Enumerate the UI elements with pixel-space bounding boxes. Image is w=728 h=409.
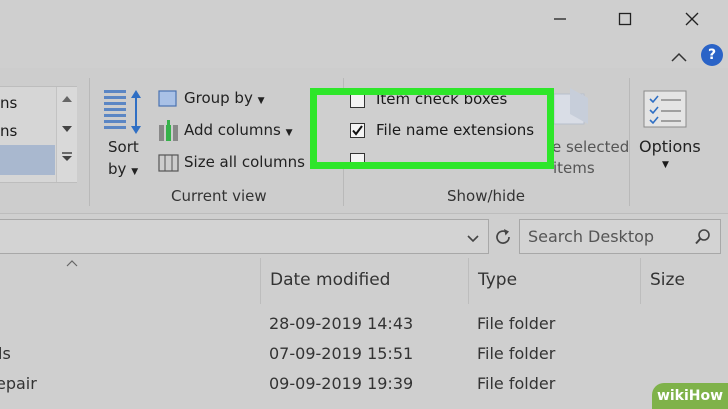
file-type: File folder <box>477 374 556 393</box>
maximize-icon <box>618 12 632 26</box>
file-name: epair <box>0 374 37 393</box>
dropdown-arrow-icon: ▼ <box>662 160 669 170</box>
dropdown-arrow-icon: ▼ <box>131 167 139 177</box>
file-list-header: Date modified Type Size <box>0 258 728 304</box>
separator <box>629 78 630 206</box>
layout-scroll[interactable] <box>56 87 77 182</box>
size-all-columns-label: Size all columns to <box>184 153 325 171</box>
file-type: File folder <box>477 314 556 333</box>
options-icon <box>643 90 687 128</box>
minimize-icon <box>554 18 566 20</box>
layout-item[interactable]: ns <box>0 89 55 117</box>
dropdown-arrow-icon: ▼ <box>257 96 265 106</box>
separator <box>89 78 90 206</box>
size-columns-icon <box>158 154 179 172</box>
close-button[interactable] <box>672 4 712 34</box>
item-check-boxes-checkbox[interactable] <box>350 95 365 108</box>
group-by-label: Group by <box>184 89 253 107</box>
address-row: Search Desktop <box>0 215 728 257</box>
file-name-extensions-checkbox[interactable] <box>350 123 365 138</box>
address-history-dropdown[interactable] <box>466 230 480 249</box>
layout-item[interactable]: ns <box>0 117 55 145</box>
sort-ascending-icon <box>66 260 78 267</box>
ribbon-bottom-border <box>0 213 728 214</box>
search-input[interactable]: Search Desktop <box>528 227 654 246</box>
options-label: Options <box>639 137 701 156</box>
sort-by-button[interactable]: Sort by ▼ <box>96 82 148 182</box>
sort-by-label: Sort <box>108 138 139 156</box>
file-name-extensions-label: File name extensions <box>376 121 535 139</box>
chevron-up-icon <box>671 52 687 62</box>
checkmark-icon <box>352 125 363 136</box>
minimize-button[interactable] <box>540 4 580 34</box>
close-icon <box>685 12 699 26</box>
search-box[interactable]: Search Desktop <box>519 219 721 254</box>
column-header-size[interactable]: Size <box>640 258 728 304</box>
refresh-button[interactable] <box>490 219 516 254</box>
add-columns-icon <box>159 120 178 141</box>
refresh-icon <box>496 228 510 244</box>
item-check-boxes-label: Item check boxes <box>376 90 508 108</box>
hidden-items-checkbox[interactable] <box>350 153 365 162</box>
file-row[interactable]: 28-09-2019 14:43 File folder <box>0 309 728 339</box>
hide-selected-icon <box>553 88 588 125</box>
scroll-down-icon <box>62 126 72 132</box>
expand-gallery-icon <box>62 152 72 161</box>
scroll-up-icon <box>62 96 72 102</box>
group-by-icon <box>158 90 177 107</box>
hide-selected-label-2: items <box>553 159 595 177</box>
file-name: ls <box>0 344 11 363</box>
file-row[interactable]: epair 09-09-2019 19:39 File folder <box>0 369 728 399</box>
column-header-date-modified[interactable]: Date modified <box>260 258 468 304</box>
file-type: File folder <box>477 344 556 363</box>
file-row[interactable]: ls 07-09-2019 15:51 File folder <box>0 339 728 369</box>
layout-item-selected[interactable] <box>0 145 55 175</box>
show-hide-highlight: Item check boxes File name extensions <box>310 88 554 169</box>
sort-by-label-2: by <box>108 160 127 178</box>
sort-icon <box>104 90 141 134</box>
file-date-modified: 09-09-2019 19:39 <box>269 374 414 393</box>
collapse-ribbon-button[interactable] <box>669 48 689 66</box>
show-hide-group-label: Show/hide <box>447 187 525 205</box>
help-button[interactable]: ? <box>701 44 723 66</box>
file-date-modified: 07-09-2019 15:51 <box>269 344 414 363</box>
options-button[interactable]: Options ▼ <box>634 86 704 186</box>
column-header-type[interactable]: Type <box>468 258 640 304</box>
add-columns-label: Add columns <box>184 121 281 139</box>
chevron-down-icon <box>467 235 479 243</box>
address-bar[interactable] <box>0 219 489 254</box>
wikihow-watermark: wikiHow <box>652 383 728 409</box>
current-view-group-label: Current view <box>171 187 267 205</box>
search-icon <box>695 229 710 245</box>
layout-gallery[interactable]: ns ns <box>0 86 77 183</box>
help-icon: ? <box>707 47 717 63</box>
file-date-modified: 28-09-2019 14:43 <box>269 314 414 333</box>
dropdown-arrow-icon: ▼ <box>285 128 293 138</box>
maximize-button[interactable] <box>605 4 645 34</box>
